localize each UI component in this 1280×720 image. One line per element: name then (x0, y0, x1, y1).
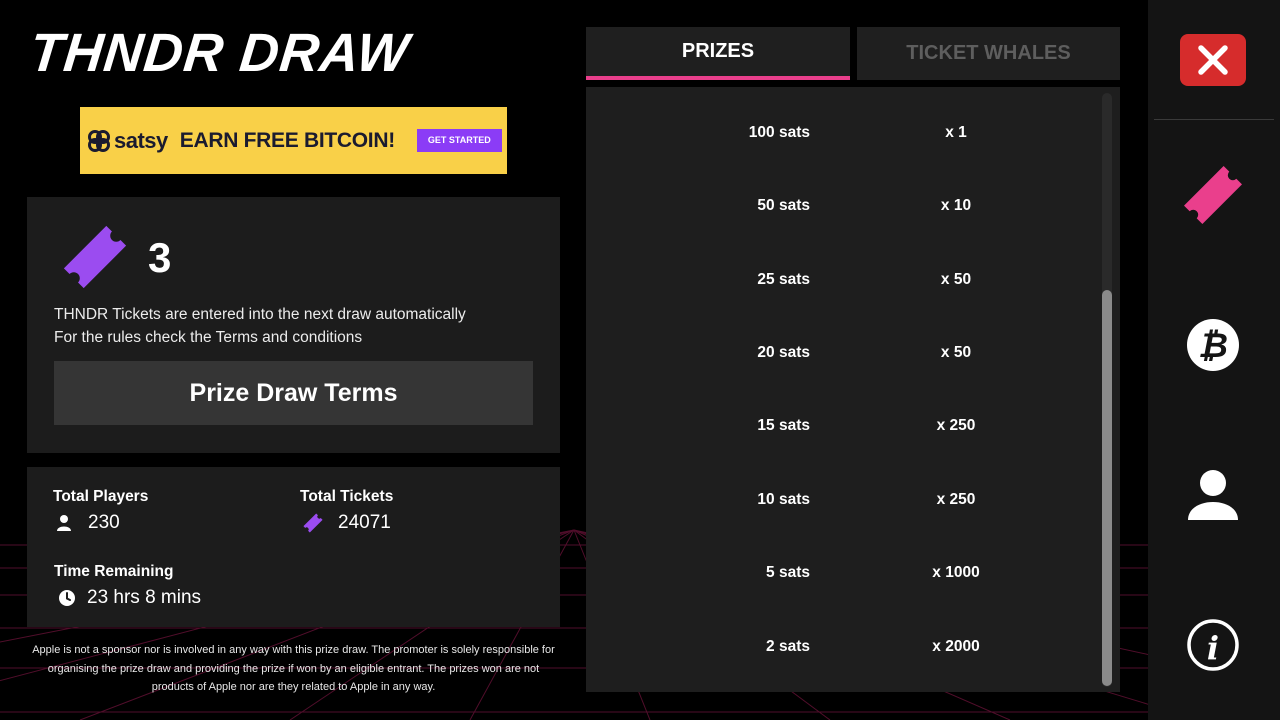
list-item: 2 sats x 2000 (586, 638, 1120, 668)
total-players-number: 230 (88, 512, 120, 533)
close-icon (1198, 45, 1228, 75)
info-icon[interactable]: i (1186, 618, 1240, 672)
list-item: 10 sats x 250 (586, 491, 1120, 521)
prize-quantity: x 50 (940, 271, 972, 288)
tab-ticket-whales[interactable]: TICKET WHALES (857, 27, 1120, 80)
tickets-info: THNDR Tickets are entered into the next … (54, 303, 466, 349)
tickets-info-line-1: THNDR Tickets are entered into the next … (54, 306, 466, 323)
sidebar-ticket-icon[interactable] (1180, 162, 1246, 228)
sidebar-divider (1154, 119, 1274, 120)
prize-amount: 15 sats (757, 417, 810, 434)
close-button[interactable] (1180, 34, 1246, 86)
list-item: 25 sats x 50 (586, 271, 1120, 301)
tickets-info-line-2: For the rules check the Terms and condit… (54, 329, 363, 346)
ticket-small-icon (303, 513, 323, 533)
user-icon[interactable] (1186, 468, 1240, 522)
prize-amount: 50 sats (757, 197, 810, 214)
prize-amount: 20 sats (757, 344, 810, 361)
prize-draw-terms-button[interactable]: Prize Draw Terms (54, 361, 533, 425)
list-item: 100 sats x 1 (586, 124, 1120, 154)
ad-brand-label: satsy (114, 127, 168, 153)
tab-prizes[interactable]: PRIZES (586, 27, 850, 80)
list-item: 50 sats x 10 (586, 197, 1120, 227)
time-remaining-text: 23 hrs 8 mins (87, 587, 202, 608)
total-players-label: Total Players (53, 488, 149, 505)
prize-quantity: x 2000 (932, 638, 980, 655)
list-item: 20 sats x 50 (586, 344, 1120, 374)
prize-list[interactable]: 100 sats x 1 50 sats x 10 25 sats x 50 2… (586, 87, 1120, 692)
bitcoin-icon[interactable]: ₿ (1186, 318, 1240, 372)
satsy-logo-icon (88, 129, 110, 152)
ticket-icon (63, 225, 127, 289)
svg-text:i: i (1207, 629, 1219, 667)
time-remaining-label: Time Remaining (54, 563, 174, 580)
ad-brand: satsy (86, 128, 168, 154)
list-item: 5 sats x 1000 (586, 564, 1120, 594)
apple-disclaimer: Apple is not a sponsor nor is involved i… (32, 644, 555, 693)
total-players-value: 230 (54, 512, 120, 534)
prize-amount: 5 sats (766, 564, 810, 581)
ad-headline: EARN FREE BITCOIN! (179, 128, 395, 152)
clock-icon (59, 590, 75, 606)
prize-quantity: x 1 (945, 124, 967, 141)
svg-text:₿: ₿ (1198, 326, 1228, 366)
prize-quantity: x 1000 (932, 564, 980, 581)
app-title: THNDR DRAW (26, 23, 413, 83)
ad-cta-button[interactable]: GET STARTED (416, 129, 502, 152)
total-tickets-label: Total Tickets (300, 488, 394, 505)
time-remaining-value: 23 hrs 8 mins (58, 587, 201, 609)
ad-banner[interactable]: satsy EARN FREE BITCOIN! GET STARTED (80, 107, 507, 174)
prize-quantity: x 250 (936, 417, 976, 434)
prize-amount: 100 sats (748, 124, 810, 141)
prize-amount: 2 sats (766, 638, 810, 655)
user-icon (57, 515, 71, 531)
prize-amount: 10 sats (757, 491, 810, 508)
ticket-count: 3 (148, 234, 172, 281)
prize-amount: 25 sats (757, 271, 810, 288)
prize-quantity: x 50 (940, 344, 972, 361)
scrollbar-thumb[interactable] (1102, 290, 1112, 686)
total-tickets-value: 24071 (302, 512, 391, 534)
prize-quantity: x 250 (936, 491, 976, 508)
prize-quantity: x 10 (940, 197, 972, 214)
list-item: 15 sats x 250 (586, 417, 1120, 447)
total-tickets-number: 24071 (338, 512, 391, 533)
